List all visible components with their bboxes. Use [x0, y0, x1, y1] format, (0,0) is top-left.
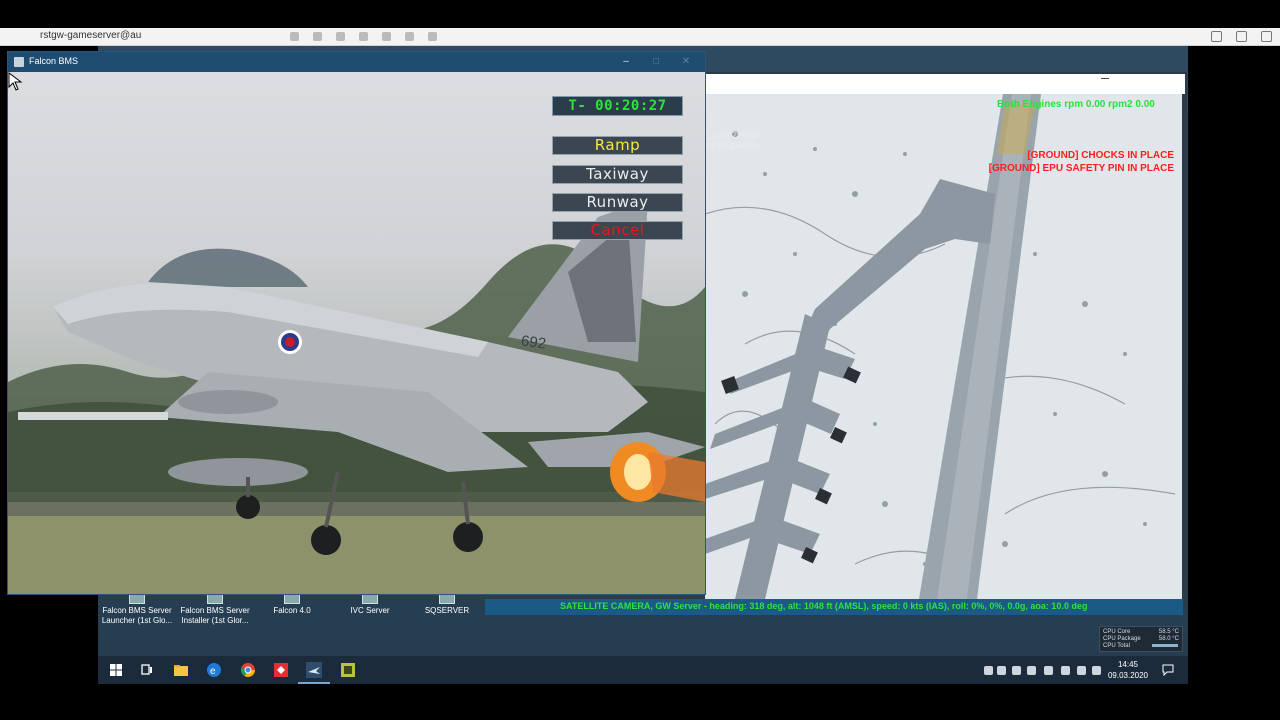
cpu-package-row: CPU Package 58.0 °C: [1103, 636, 1179, 643]
clock-date: 09.03.2020: [1107, 671, 1148, 680]
ramp-button[interactable]: Ramp: [552, 136, 683, 155]
network-sum-readout: t_sum:22kbps: [705, 130, 762, 140]
extension-icon[interactable]: [313, 32, 322, 41]
desktop-icon-label: Installer (1st Glor...: [181, 616, 249, 625]
falcon-shortcut-icon: [284, 594, 300, 604]
desktop-icon-bms-server-launcher[interactable]: Falcon BMS Server Launcher (1st Glo...: [98, 594, 176, 626]
cpu-core-label: CPU Core: [1103, 629, 1131, 635]
sim-titlebar: [705, 74, 1185, 94]
menu-icon[interactable]: [1261, 31, 1272, 42]
browser-extension-icons: [290, 32, 490, 42]
satellite-view[interactable]: Both Engines rpm 0.00 rpm2 0.00 t_sum:22…: [705, 94, 1182, 599]
desktop-icon-label: Falcon 4.0: [273, 606, 311, 615]
clock-time: 14:45: [1117, 660, 1138, 669]
window-icon[interactable]: [1236, 31, 1247, 42]
file-explorer-icon[interactable]: [173, 662, 189, 678]
extension-icon[interactable]: [405, 32, 414, 41]
cancel-button[interactable]: Cancel: [552, 221, 683, 240]
volume-icon[interactable]: [1092, 666, 1101, 675]
task-view-icon[interactable]: [139, 662, 155, 678]
active-app-indicator: [298, 682, 330, 684]
close-button[interactable]: ✕: [671, 53, 701, 71]
edge-icon[interactable]: e: [206, 662, 222, 678]
extension-icon[interactable]: [428, 32, 437, 41]
cpu-package-label: CPU Package: [1103, 636, 1141, 642]
engine-rpm-readout: Both Engines rpm 0.00 rpm2 0.00: [997, 99, 1155, 110]
microphone-icon[interactable]: [997, 666, 1006, 675]
desktop-icon-sqserver[interactable]: SQSERVER: [408, 594, 486, 616]
server-icon[interactable]: [340, 662, 356, 678]
extension-icon[interactable]: [359, 32, 368, 41]
bms-titlebar: Falcon BMS – □ ✕: [8, 52, 705, 72]
falcon-bms-app-icon: [14, 57, 24, 67]
tray-app-icon[interactable]: [1027, 666, 1036, 675]
battery-icon[interactable]: [1061, 666, 1070, 675]
bms-shortcut-icon: [129, 594, 145, 604]
browser-right-icons: [1211, 31, 1272, 42]
screen: rstgw-gameserver@au Falcon BMS Server La…: [0, 0, 1280, 720]
falcon-bms-icon[interactable]: [306, 662, 322, 678]
bms-splash: 692 T- 00:20:27 Ramp Taxiway Runway Canc…: [8, 72, 705, 594]
tail-number: 692: [519, 332, 548, 353]
network-ping-readout: ps ping:22ms: [705, 140, 759, 150]
ivc-shortcut-icon: [362, 594, 378, 604]
taskbar: e 14:45 09.03.2020: [98, 656, 1188, 684]
maximize-button[interactable]: □: [641, 53, 671, 71]
extension-icon[interactable]: [290, 32, 299, 41]
cpu-total-bar: [1152, 644, 1178, 647]
desktop-icon-label: Falcon BMS Server: [102, 606, 172, 615]
desktop-icon-bms-server-installer[interactable]: Falcon BMS Server Installer (1st Glor...: [176, 594, 254, 626]
tray-app-icon[interactable]: [1012, 666, 1021, 675]
network-icon[interactable]: [984, 666, 993, 675]
minimize-button[interactable]: –: [611, 53, 641, 71]
taxiway-button[interactable]: Taxiway: [552, 165, 683, 184]
minimize-icon[interactable]: [1101, 78, 1109, 79]
sqserver-shortcut-icon: [439, 594, 455, 604]
sim-status-bar: SATELLITE CAMERA, GW Server - heading: 3…: [485, 599, 1183, 615]
falcon-bms-window: Falcon BMS – □ ✕ 692 T- 00:20:27 Ramp Ta…: [7, 51, 706, 595]
taskbar-clock[interactable]: 14:45 09.03.2020: [1108, 659, 1148, 681]
address-bar[interactable]: rstgw-gameserver@au: [40, 30, 141, 41]
window-title: Falcon BMS: [29, 56, 79, 66]
satellite-camera-window: Both Engines rpm 0.00 rpm2 0.00 t_sum:22…: [705, 72, 1187, 602]
tray-app-icon[interactable]: [1044, 666, 1053, 675]
windows-start-icon[interactable]: [108, 662, 124, 678]
mission-countdown-timer: T- 00:20:27: [552, 96, 683, 116]
desktop-icon-label: IVC Server: [350, 606, 390, 615]
cpu-core-value: 58.5 °C: [1158, 629, 1179, 635]
extension-icon[interactable]: [382, 32, 391, 41]
cpu-temperature-widget: CPU Core 58.5 °C CPU Package 58.0 °C CPU…: [1099, 626, 1183, 652]
browser-toolbar: rstgw-gameserver@au: [0, 28, 1280, 46]
cpu-total-label: CPU Total: [1103, 643, 1130, 649]
mouse-cursor-icon: [8, 72, 23, 91]
svg-text:e: e: [210, 666, 216, 677]
camera-status-text: SATELLITE CAMERA, GW Server - heading: 3…: [560, 601, 1088, 611]
runway-button[interactable]: Runway: [552, 193, 683, 212]
chrome-icon[interactable]: [240, 662, 256, 678]
notifications-icon[interactable]: [1162, 664, 1174, 676]
refresh-icon[interactable]: [1211, 31, 1222, 42]
desktop-icon-label: Falcon BMS Server: [180, 606, 250, 615]
extension-icon[interactable]: [336, 32, 345, 41]
anydesk-icon[interactable]: [273, 662, 289, 678]
desktop-icon-falcon-4[interactable]: Falcon 4.0: [253, 594, 331, 616]
cpu-package-value: 58.0 °C: [1158, 636, 1179, 642]
bms-shortcut-icon: [207, 594, 223, 604]
desktop-icon-label: SQSERVER: [424, 606, 470, 615]
display-icon[interactable]: [1077, 666, 1086, 675]
ground-epu-message: [GROUND] EPU SAFETY PIN IN PLACE: [988, 163, 1174, 174]
desktop-icon-label: Launcher (1st Glo...: [101, 616, 173, 625]
desktop-icon-ivc-server[interactable]: IVC Server: [331, 594, 409, 616]
cpu-core-row: CPU Core 58.5 °C: [1103, 629, 1179, 636]
ground-chocks-message: [GROUND] CHOCKS IN PLACE: [1027, 150, 1174, 161]
